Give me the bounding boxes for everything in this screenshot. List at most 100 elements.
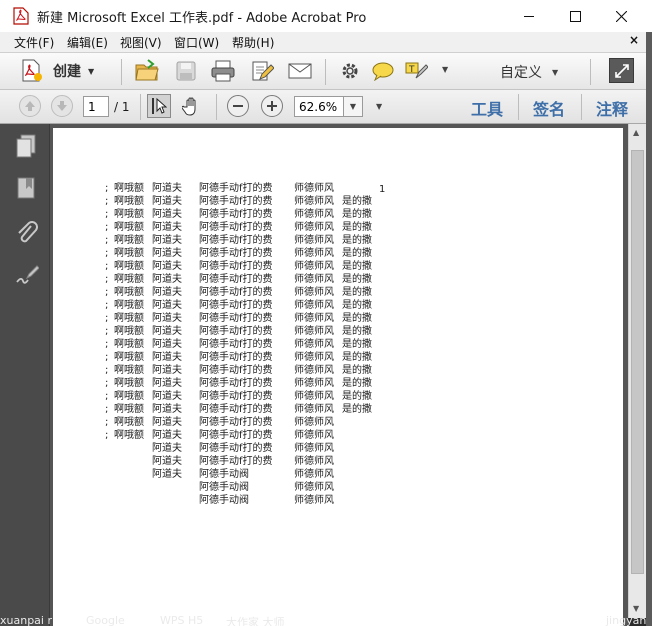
- table-cell: 是的撒: [342, 196, 372, 207]
- table-cell: 阿德手动f打的费: [199, 313, 273, 324]
- menu-edit[interactable]: 编辑(E): [67, 34, 108, 51]
- table-cell: 阿道夫: [152, 391, 182, 402]
- create-label: 创建: [53, 64, 81, 80]
- minimize-button[interactable]: [506, 0, 552, 32]
- arrow-up-icon: [25, 101, 35, 111]
- scroll-down-arrow-icon[interactable]: ▼: [633, 604, 639, 613]
- table-cell: ;: [105, 300, 109, 311]
- close-document-button[interactable]: ×: [629, 33, 639, 47]
- table-cell: 师德师风: [294, 456, 334, 467]
- table-cell: 是的撒: [342, 209, 372, 220]
- table-cell: 啊哦额: [114, 287, 144, 298]
- table-cell: 师德师风: [294, 326, 334, 337]
- toolbar-divider: [121, 59, 122, 85]
- edit-pdf-button[interactable]: [249, 58, 275, 84]
- table-cell: 阿德手动f打的费: [199, 352, 273, 363]
- table-cell: 阿道夫: [152, 352, 182, 363]
- print-button[interactable]: [210, 58, 236, 84]
- signatures-button[interactable]: [15, 264, 40, 289]
- taskbar-item[interactable]: WPS H5: [160, 616, 203, 626]
- table-cell: 阿德手动f打的费: [199, 378, 273, 389]
- table-cell: ;: [105, 391, 109, 402]
- select-tool-button[interactable]: [147, 94, 171, 118]
- table-cell: 阿德手动f打的费: [199, 222, 273, 233]
- table-cell: 阿德手动阀: [199, 495, 249, 506]
- table-cell: 是的撒: [342, 404, 372, 415]
- plus-icon: [267, 101, 277, 111]
- table-cell: 是的撒: [342, 352, 372, 363]
- more-tools-chevron-icon[interactable]: ▼: [442, 65, 448, 74]
- table-cell: ;: [105, 261, 109, 272]
- taskbar-item[interactable]: Google: [86, 616, 125, 626]
- table-cell: 阿道夫: [152, 235, 182, 246]
- full-screen-button[interactable]: [609, 58, 634, 83]
- hand-tool-button[interactable]: [180, 94, 204, 118]
- previous-page-button[interactable]: [19, 95, 41, 117]
- table-cell: 师德师风: [294, 404, 334, 415]
- tools-pane-link[interactable]: 工具: [471, 96, 503, 120]
- create-button[interactable]: 创建 ▼: [19, 57, 109, 85]
- comment-button[interactable]: [370, 58, 396, 84]
- menu-help[interactable]: 帮助(H): [232, 34, 274, 51]
- customize-dropdown[interactable]: 自定义 ▼: [500, 61, 572, 83]
- page-thumbnails-button[interactable]: [15, 134, 37, 161]
- bookmarks-button[interactable]: [17, 177, 35, 204]
- page-number-input[interactable]: [83, 96, 109, 117]
- settings-button[interactable]: [337, 58, 363, 84]
- attachments-button[interactable]: [16, 220, 38, 249]
- zoom-in-button[interactable]: [261, 95, 283, 117]
- zoom-out-button[interactable]: [227, 95, 249, 117]
- table-cell: 阿道夫: [152, 313, 182, 324]
- sign-pane-link[interactable]: 签名: [533, 96, 565, 120]
- taskbar-item[interactable]: jingyan: [606, 616, 646, 626]
- table-cell: 阿道夫: [152, 430, 182, 441]
- table-cell: ;: [105, 365, 109, 376]
- save-button[interactable]: [173, 58, 199, 84]
- taskbar-item[interactable]: 大作家 大师: [226, 616, 285, 626]
- table-cell: 阿道夫: [152, 365, 182, 376]
- close-window-button[interactable]: [598, 0, 644, 32]
- zoom-level-input[interactable]: [294, 96, 344, 117]
- bookmark-icon: [17, 177, 35, 199]
- chevron-down-icon: ▼: [552, 67, 559, 77]
- menu-file[interactable]: 文件(F): [14, 34, 54, 51]
- comment-pane-link[interactable]: 注释: [596, 96, 628, 120]
- scrollbar-thumb[interactable]: [631, 150, 644, 574]
- maximize-button[interactable]: [552, 0, 598, 32]
- table-cell: 阿德手动f打的费: [199, 248, 273, 259]
- printer-icon: [211, 60, 235, 82]
- vertical-scrollbar[interactable]: ▲ ▼: [628, 124, 646, 618]
- table-cell: ;: [105, 222, 109, 233]
- toolbar-divider: [581, 94, 582, 120]
- more-options-chevron-icon[interactable]: ▼: [376, 102, 382, 111]
- svg-text:T: T: [408, 65, 415, 75]
- minus-icon: [233, 105, 243, 107]
- table-cell: 阿德手动f打的费: [199, 365, 273, 376]
- toolbar-divider: [216, 94, 217, 120]
- table-cell: 啊哦额: [114, 339, 144, 350]
- chevron-down-icon: ▼: [88, 66, 95, 76]
- table-cell: 阿道夫: [152, 469, 182, 480]
- signature-pen-icon: [16, 265, 40, 284]
- zoom-dropdown-button[interactable]: ▼: [343, 96, 363, 117]
- main-toolbar: 创建 ▼ T ▼ 自定义 ▼: [0, 52, 652, 90]
- table-cell: 啊哦额: [114, 391, 144, 402]
- table-cell: 师德师风: [294, 183, 334, 194]
- open-button[interactable]: [134, 58, 160, 84]
- table-cell: ;: [105, 417, 109, 428]
- email-button[interactable]: [287, 58, 313, 84]
- table-cell: 师德师风: [294, 469, 334, 480]
- table-cell: ;: [105, 274, 109, 285]
- taskbar-item[interactable]: xuanpai r: [0, 616, 52, 626]
- highlight-button[interactable]: T: [403, 58, 429, 84]
- next-page-button[interactable]: [51, 95, 73, 117]
- table-cell: 是的撒: [342, 261, 372, 272]
- menu-view[interactable]: 视图(V): [120, 34, 162, 51]
- menu-window[interactable]: 窗口(W): [174, 34, 219, 51]
- navigation-pane: [0, 124, 50, 626]
- table-cell: 是的撒: [342, 378, 372, 389]
- table-cell: 师德师风: [294, 235, 334, 246]
- table-cell: 啊哦额: [114, 274, 144, 285]
- scroll-up-arrow-icon[interactable]: ▲: [633, 128, 639, 137]
- table-cell: 阿德手动f打的费: [199, 261, 273, 272]
